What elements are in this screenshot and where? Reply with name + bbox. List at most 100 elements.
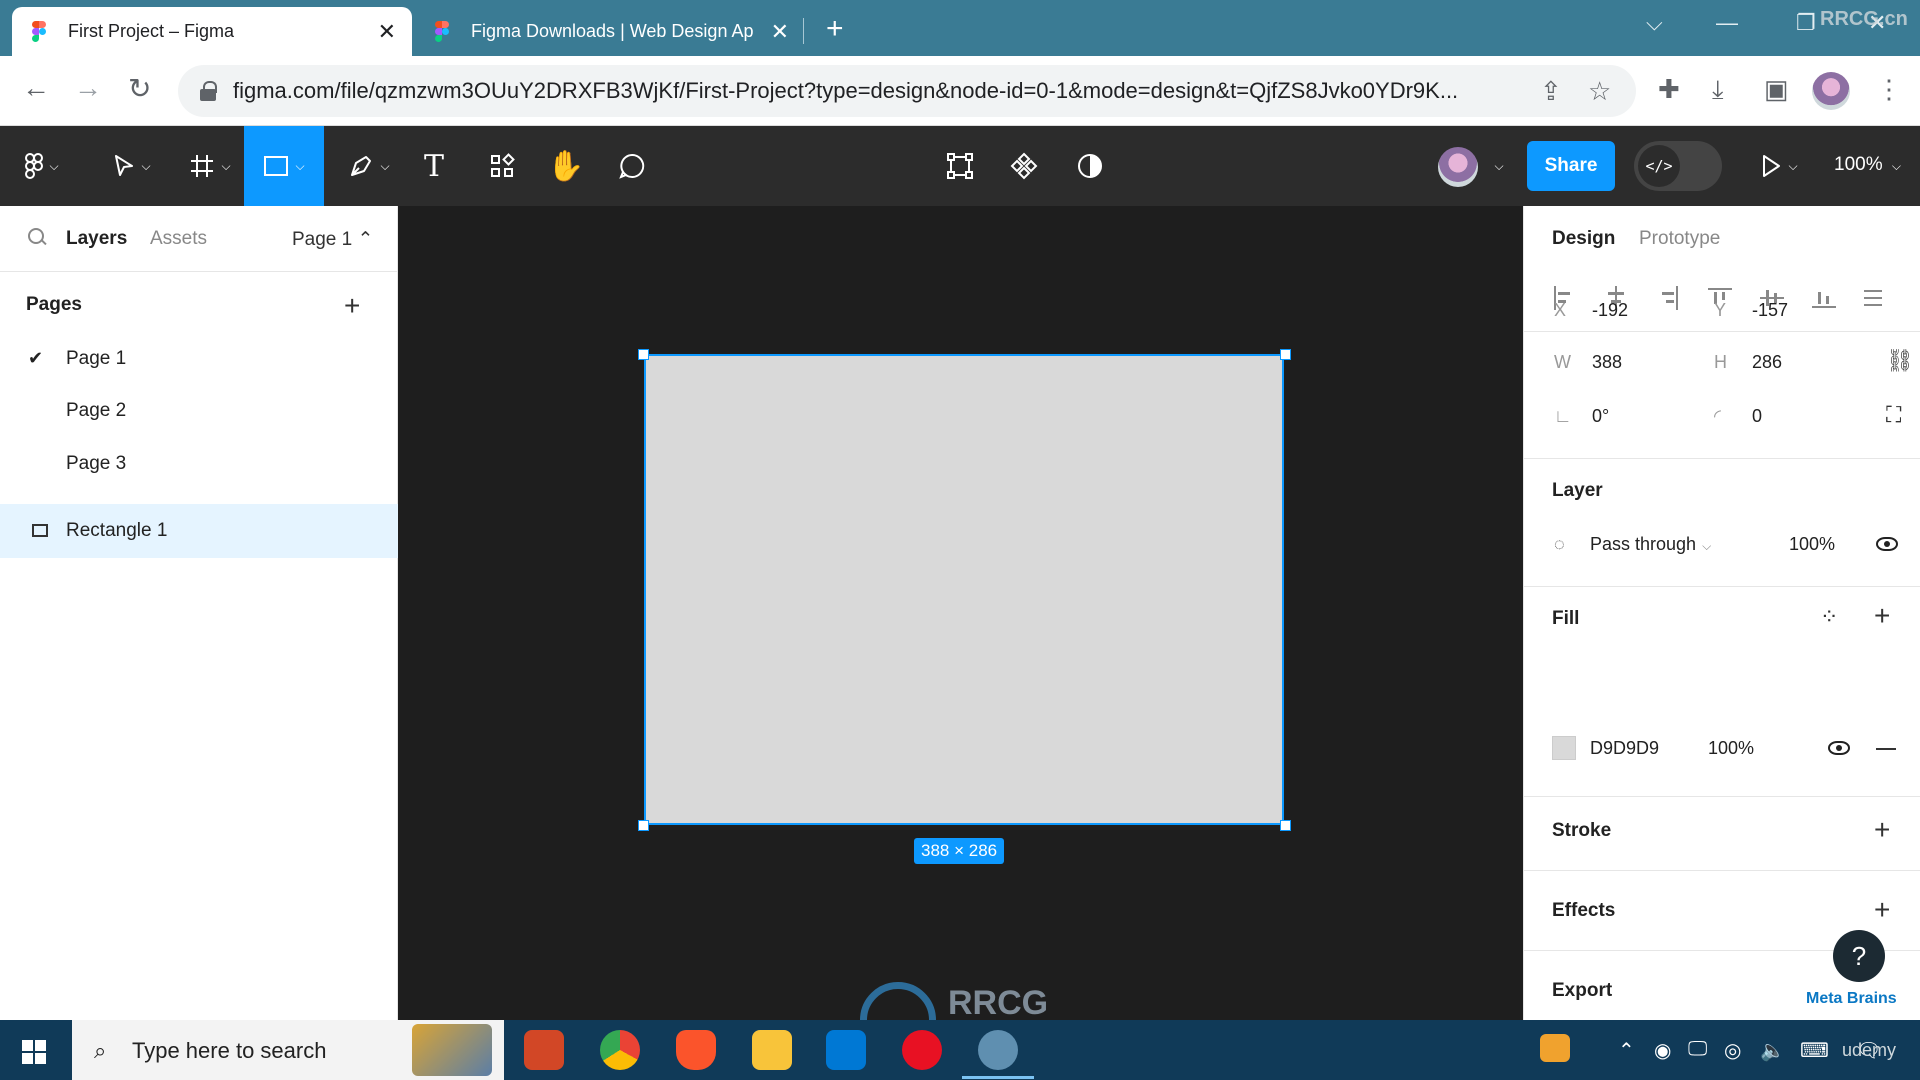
page-item-3[interactable]: Page 3 [66,453,126,475]
present-button[interactable]: ⌵ [1754,126,1804,206]
reload-icon[interactable]: ↻ [128,72,151,105]
corner-radius-value[interactable]: 0 [1752,406,1762,426]
network-icon[interactable]: 🖵 [1688,1038,1707,1061]
security-tray-icon[interactable]: ◎ [1724,1038,1741,1063]
constrain-proportions-icon[interactable]: ⛓ [1886,348,1914,374]
mask-button[interactable] [1070,126,1110,206]
rectangle-tool[interactable]: ⌵ [244,126,324,206]
resize-handle-top-left[interactable] [638,349,649,360]
layer-row-rectangle[interactable]: Rectangle 1 [0,504,398,558]
close-tab-icon[interactable]: ✕ [771,19,789,45]
forward-arrow-icon[interactable]: → [74,72,102,104]
fill-color-swatch[interactable] [1552,736,1576,760]
align-bottom-icon[interactable] [1812,286,1836,310]
fill-styles-grid-icon[interactable]: ⁘ [1820,604,1838,630]
side-panel-icon[interactable]: ▣ [1764,74,1789,105]
pen-tool[interactable]: ⌵ [338,126,400,206]
dev-mode-toggle[interactable]: </> [1634,141,1722,191]
text-tool[interactable]: T [414,126,454,206]
x-position-field[interactable]: X -192 [1554,300,1628,321]
edit-object-button[interactable] [940,126,980,206]
vscode-app-icon[interactable] [826,1030,866,1070]
blend-mode-select[interactable]: Pass through ⌵ [1590,534,1711,555]
edge-tray-icon[interactable]: ◉ [1654,1038,1671,1063]
bookmark-star-icon[interactable]: ☆ [1588,76,1611,107]
remove-fill-icon[interactable] [1876,748,1896,750]
comment-tool[interactable] [612,126,652,206]
file-explorer-app-icon[interactable] [752,1030,792,1070]
taskbar-search-box[interactable]: ⌕ Type here to search [72,1020,504,1080]
powerpoint-app-icon[interactable] [524,1030,564,1070]
create-component-button[interactable] [1004,126,1044,206]
layer-opacity-field[interactable]: 100% [1789,534,1835,555]
tab-assets[interactable]: Assets [150,228,207,250]
user-avatar[interactable] [1438,147,1478,187]
resize-handle-top-right[interactable] [1280,349,1291,360]
share-page-icon[interactable]: ⇪ [1540,76,1562,107]
minimize-icon[interactable]: — [1716,10,1738,36]
volume-icon[interactable]: 🔈 [1760,1038,1785,1063]
width-field[interactable]: W 388 [1554,352,1622,373]
chrome-profile-app-icon[interactable] [978,1030,1018,1070]
w-value[interactable]: 388 [1592,352,1622,372]
windows-start-icon[interactable] [22,1040,46,1064]
extensions-puzzle-icon[interactable]: ✚ [1658,74,1680,105]
frame-tool[interactable]: ⌵ [180,126,240,206]
fill-visibility-eye-icon[interactable] [1828,741,1850,755]
hand-tool[interactable]: ✋ [546,126,586,206]
fill-hex-field[interactable]: D9D9D9 [1590,738,1659,759]
tray-app-icon[interactable] [1540,1034,1570,1062]
recorder-app-icon[interactable] [902,1030,942,1070]
restore-icon[interactable]: ❐ [1796,10,1816,36]
back-arrow-icon[interactable]: ← [22,72,50,104]
chrome-app-icon[interactable] [600,1030,640,1070]
rotation-value[interactable]: 0° [1592,406,1609,426]
tab-search-chevron-icon[interactable]: ⌵ [1646,10,1663,36]
rectangle-shape[interactable] [644,354,1284,825]
add-stroke-icon[interactable]: + [1874,816,1890,844]
new-tab-button[interactable]: + [826,12,844,46]
share-button[interactable]: Share [1527,141,1615,191]
address-bar[interactable]: figma.com/file/qzmzwm3OUuY2DRXFB3WjKf/Fi… [178,65,1636,117]
add-page-icon[interactable]: + [344,292,360,320]
search-icon[interactable] [28,228,46,246]
fill-opacity-field[interactable]: 100% [1708,738,1754,759]
help-question-icon[interactable]: ? [1833,930,1885,982]
move-tool[interactable]: ⌵ [102,126,162,206]
x-value[interactable]: -192 [1592,300,1628,320]
browser-menu-icon[interactable]: ⋮ [1876,74,1902,105]
tab-prototype[interactable]: Prototype [1639,228,1720,250]
downloads-icon[interactable]: ⤓ [1712,74,1724,106]
corner-radius-field[interactable]: ◜ 0 [1714,406,1762,427]
zoom-level[interactable]: 100% ⌵ [1834,154,1901,176]
tray-chevron-up-icon[interactable]: ⌃ [1618,1038,1635,1063]
height-field[interactable]: H 286 [1714,352,1782,373]
close-tab-icon[interactable]: ✕ [378,19,396,45]
add-fill-icon[interactable]: + [1874,602,1890,630]
main-menu-button[interactable]: ⌵ [14,126,70,206]
rotation-field[interactable]: ∟ 0° [1554,406,1609,427]
page-item-1[interactable]: Page 1 [66,348,126,370]
tab-figma-file[interactable]: First Project – Figma ✕ [12,7,412,56]
y-position-field[interactable]: Y -157 [1714,300,1788,321]
page-item-2[interactable]: Page 2 [66,400,126,422]
page-selector[interactable]: Page 1 ⌃ [292,228,373,251]
keyboard-icon[interactable]: ⌨ [1800,1038,1829,1063]
y-value[interactable]: -157 [1752,300,1788,320]
align-right-icon[interactable] [1656,286,1680,310]
distribute-icon[interactable] [1864,286,1888,310]
profile-avatar[interactable] [1812,72,1850,110]
tab-design[interactable]: Design [1552,228,1615,250]
url-text[interactable]: figma.com/file/qzmzwm3OUuY2DRXFB3WjKf/Fi… [233,78,1533,104]
add-effect-icon[interactable]: + [1874,896,1890,924]
resources-tool[interactable] [482,126,522,206]
resize-handle-bottom-right[interactable] [1280,820,1291,831]
design-canvas[interactable]: 388 × 286 RRCG [398,206,1523,1020]
tab-layers[interactable]: Layers [66,228,127,250]
h-value[interactable]: 286 [1752,352,1782,372]
tab-figma-downloads[interactable]: Figma Downloads | Web Design Ap ✕ [415,7,805,56]
brave-app-icon[interactable] [676,1030,716,1070]
independent-corners-icon[interactable]: ⛶ [1886,402,1901,428]
layer-visibility-eye-icon[interactable] [1876,537,1898,551]
resize-handle-bottom-left[interactable] [638,820,649,831]
